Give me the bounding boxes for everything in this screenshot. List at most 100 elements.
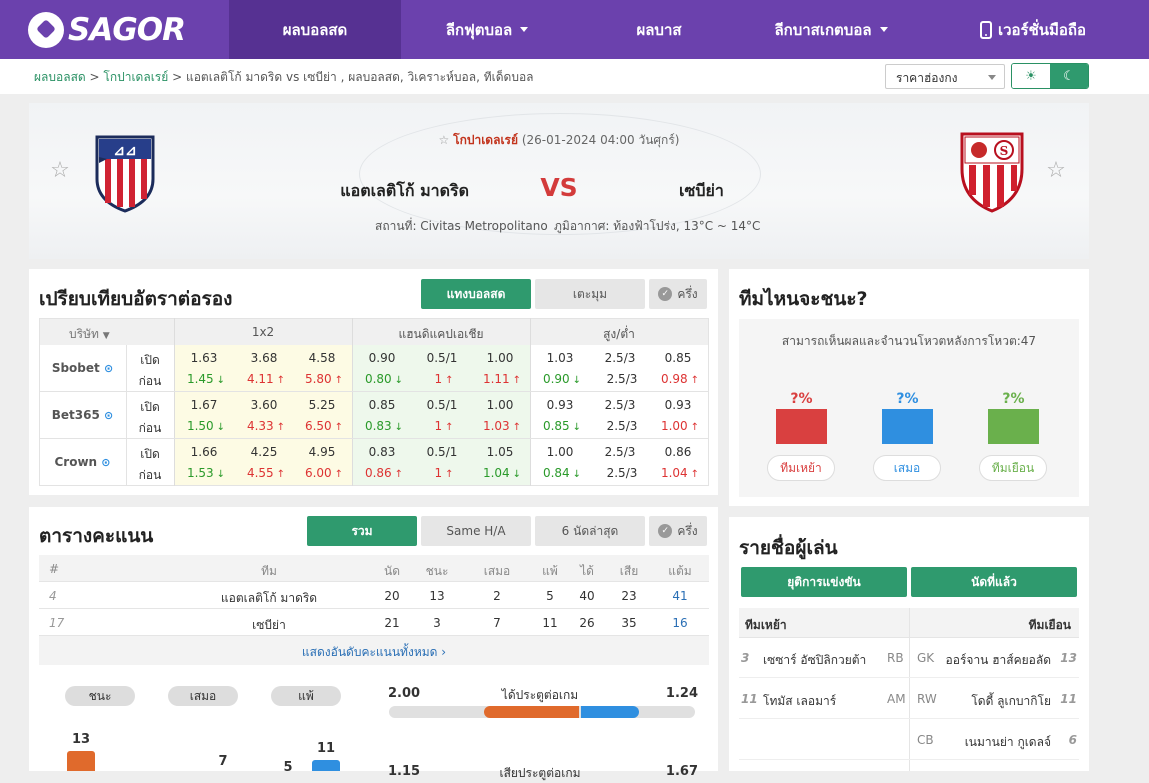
odds-prev-value[interactable]: 4.55 ↑ — [234, 466, 298, 480]
nav-basketball-score[interactable]: ผลบาส — [573, 0, 745, 59]
bookmaker-name[interactable]: Crown ⊙ — [39, 455, 126, 469]
odds-open-value[interactable]: 4.25 — [234, 445, 294, 459]
tab-standings-last6[interactable]: 6 นัดล่าสุด — [535, 516, 645, 546]
odds-prev-value[interactable]: 4.11 ↑ — [234, 372, 298, 386]
tab-live-betting[interactable]: แทงบอลสด — [421, 279, 531, 309]
league-star-icon[interactable]: ☆ — [439, 133, 450, 147]
odds-open-value[interactable]: 0.93 — [648, 398, 708, 412]
odds-open-value[interactable]: 1.67 — [174, 398, 234, 412]
odds-prev-value[interactable]: 1.04 ↓ — [470, 466, 534, 480]
favorite-home-star-icon[interactable]: ☆ — [49, 160, 71, 182]
odds-open-value[interactable]: 1.00 — [470, 351, 530, 365]
odds-prev-value[interactable]: 6.50 ↑ — [292, 419, 356, 433]
theme-toggle[interactable]: ☀ ☾ — [1011, 63, 1089, 89]
odds-open-value[interactable]: 1.00 — [530, 445, 590, 459]
odds-prev-value[interactable]: 1.00 ↑ — [648, 419, 712, 433]
nav-mobile-version[interactable]: เวอร์ชั่นมือถือ — [917, 0, 1149, 59]
odds-prev-value[interactable]: 0.98 ↑ — [648, 372, 712, 386]
odds-open-value[interactable]: 0.83 — [352, 445, 412, 459]
tab-lineup-last-match[interactable]: นัดที่แล้ว — [911, 567, 1077, 597]
odds-open-value[interactable]: 4.58 — [292, 351, 352, 365]
odds-prev-value[interactable]: 1 ↑ — [412, 372, 476, 386]
show-all-standings-link[interactable]: แสดงอันดับคะแนนทั้งหมด › — [39, 636, 709, 665]
odds-open-value[interactable]: 0.85 — [352, 398, 412, 412]
half-time-toggle[interactable]: ✓ ครึ่ง — [649, 279, 707, 309]
odds-prev-value[interactable]: 1.04 ↑ — [648, 466, 712, 480]
nav-live-score[interactable]: ผลบอลสด — [229, 0, 401, 59]
standings-half-toggle[interactable]: ✓ ครึ่ง — [649, 516, 707, 546]
odds-open-value[interactable]: 1.00 — [470, 398, 530, 412]
odds-prev-value[interactable]: 1.50 ↓ — [174, 419, 238, 433]
odds-open-value[interactable]: 0.85 — [648, 351, 708, 365]
odds-open-value[interactable]: 1.05 — [470, 445, 530, 459]
odds-prev-value[interactable]: 2.5/3 — [590, 372, 654, 386]
odds-open-value[interactable]: 0.90 — [352, 351, 412, 365]
odds-prev-value[interactable]: 2.5/3 — [590, 466, 654, 480]
odds-prev-value[interactable]: 1 ↑ — [412, 419, 476, 433]
odds-prev-value[interactable]: 0.84 ↓ — [530, 466, 594, 480]
odds-open-value[interactable]: 2.5/3 — [590, 398, 650, 412]
away-player-name[interactable]: เนมานย่า กูเดลจ์ — [965, 733, 1051, 752]
vote-away-button[interactable]: ทีมเยือน — [979, 455, 1047, 481]
home-player-name[interactable]: โทมัส เลอมาร์ — [763, 692, 836, 711]
site-logo[interactable]: SAGOR — [28, 10, 186, 50]
odds-open-value[interactable]: 0.5/1 — [412, 398, 472, 412]
odds-open-value[interactable]: 0.93 — [530, 398, 590, 412]
tab-standings-same-ha[interactable]: Same H/A — [421, 516, 531, 546]
odds-open-value[interactable]: 1.66 — [174, 445, 234, 459]
odds-prev-value[interactable]: 5.80 ↑ — [292, 372, 356, 386]
breadcrumb-league[interactable]: โกปาเดลเรย์ — [103, 70, 168, 84]
odds-open-value[interactable]: 3.68 — [234, 351, 294, 365]
odds-open-value[interactable]: 3.60 — [234, 398, 294, 412]
breadcrumb-home[interactable]: ผลบอลสด — [34, 70, 86, 84]
standings-row[interactable]: 17 เซบีย่า 21 3 7 11 26 35 16 — [39, 609, 709, 636]
bookmaker-name[interactable]: Bet365 ⊙ — [39, 408, 126, 422]
odds-prev-value[interactable]: 0.90 ↓ — [530, 372, 594, 386]
home-team-name[interactable]: แอตเลติโก้ มาดริด — [259, 179, 469, 204]
odds-open-value[interactable]: 2.5/3 — [590, 445, 650, 459]
chart-icon[interactable]: ⊙ — [104, 362, 113, 375]
odds-prev-value[interactable]: 1.03 ↑ — [470, 419, 534, 433]
tab-corners[interactable]: เตะมุม — [535, 279, 645, 309]
odds-open-value[interactable]: 1.63 — [174, 351, 234, 365]
odds-prev-value[interactable]: 0.85 ↓ — [530, 419, 594, 433]
vote-draw-button[interactable]: เสมอ — [873, 455, 941, 481]
odds-open-value[interactable]: 1.03 — [530, 351, 590, 365]
away-team-name[interactable]: เซบีย่า — [679, 179, 879, 204]
nav-basketball-league[interactable]: ลีกบาสเกตบอล — [745, 0, 917, 59]
odds-prev-value[interactable]: 1.53 ↓ — [174, 466, 238, 480]
odds-open-value[interactable]: 5.25 — [292, 398, 352, 412]
match-league[interactable]: โกปาเดลเรย์ — [453, 133, 518, 147]
away-player-name[interactable]: โดดี้ ลูเกบากิโย — [971, 692, 1051, 711]
chart-icon[interactable]: ⊙ — [101, 456, 110, 469]
company-header[interactable]: บริษัท ▼ — [69, 325, 110, 344]
odds-open-value[interactable]: 0.5/1 — [412, 445, 472, 459]
odds-prev-value[interactable]: 1.11 ↑ — [470, 372, 534, 386]
standings-cell[interactable]: เซบีย่า — [179, 616, 359, 635]
odds-format-select[interactable]: ราคาฮ่องกง — [885, 64, 1005, 89]
nav-football-league[interactable]: ลีกฟุตบอล — [401, 0, 573, 59]
moon-icon[interactable]: ☾ — [1050, 64, 1088, 88]
odds-prev-value[interactable]: 1.45 ↓ — [174, 372, 238, 386]
odds-open-value[interactable]: 2.5/3 — [590, 351, 650, 365]
sun-icon[interactable]: ☀ — [1012, 64, 1050, 88]
standings-cell[interactable]: แอตเลติโก้ มาดริด — [179, 589, 359, 608]
home-player-name[interactable]: เซซาร์ อัซปิลิกวยต้า — [763, 651, 866, 670]
favorite-away-star-icon[interactable]: ☆ — [1045, 160, 1067, 182]
standings-row[interactable]: 4 แอตเลติโก้ มาดริด 20 13 2 5 40 23 41 — [39, 582, 709, 609]
bookmaker-name[interactable]: Sbobet ⊙ — [39, 361, 126, 375]
odds-open-value[interactable]: 4.95 — [292, 445, 352, 459]
vote-home-button[interactable]: ทีมเหย้า — [767, 455, 835, 481]
odds-prev-value[interactable]: 2.5/3 — [590, 419, 654, 433]
odds-open-value[interactable]: 0.86 — [648, 445, 708, 459]
odds-prev-value[interactable]: 1 ↑ — [412, 466, 476, 480]
odds-prev-value[interactable]: 6.00 ↑ — [292, 466, 356, 480]
odds-prev-value[interactable]: 0.83 ↓ — [352, 419, 416, 433]
odds-prev-value[interactable]: 4.33 ↑ — [234, 419, 298, 433]
tab-lineup-finished[interactable]: ยุติการแข่งขัน — [741, 567, 907, 597]
odds-prev-value[interactable]: 0.80 ↓ — [352, 372, 416, 386]
chart-icon[interactable]: ⊙ — [104, 409, 113, 422]
tab-standings-all[interactable]: รวม — [307, 516, 417, 546]
odds-prev-value[interactable]: 0.86 ↑ — [352, 466, 416, 480]
away-player-name[interactable]: ออร์จาน ฮาส์คยอลัด — [946, 651, 1051, 670]
